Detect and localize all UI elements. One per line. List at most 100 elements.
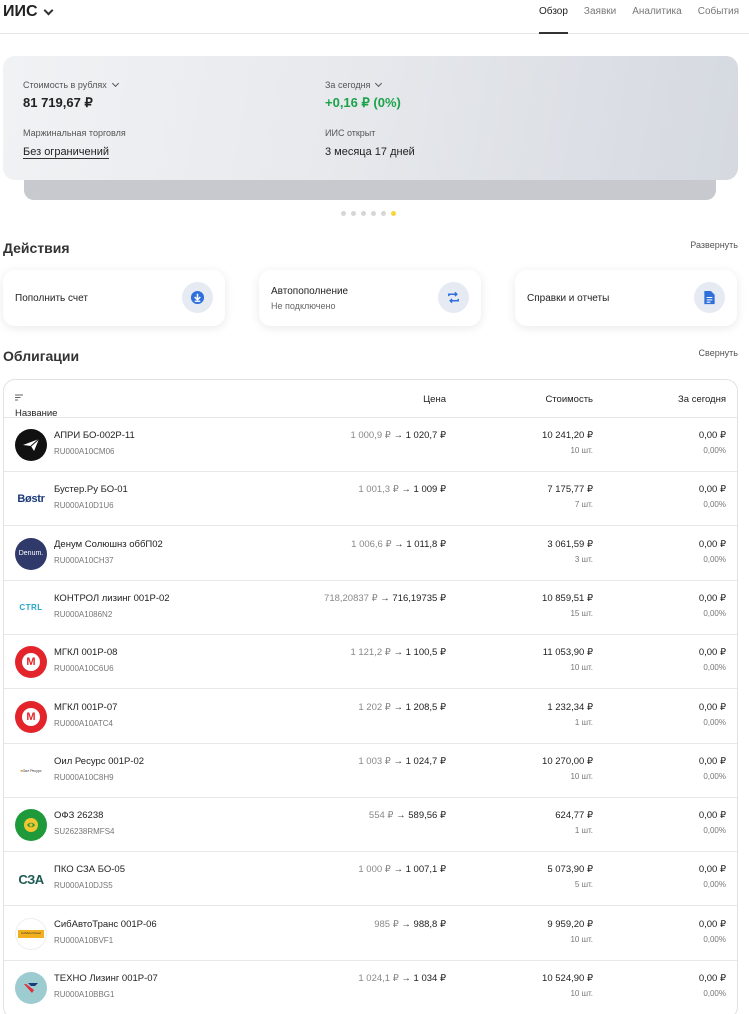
arrow-right-icon: → bbox=[390, 430, 406, 441]
bond-name: КОНТРОЛ лизинг 001Р-02 bbox=[54, 592, 170, 604]
today-label[interactable]: За сегодня bbox=[325, 79, 383, 90]
bond-quantity: 15 шт. bbox=[570, 608, 593, 618]
pager-dot[interactable] bbox=[371, 211, 376, 216]
bond-price: 1 024,1 ₽ → 1 034 ₽ bbox=[358, 973, 446, 984]
bond-today-percent: 0,00% bbox=[703, 771, 726, 781]
bond-cost: 10 241,20 ₽ bbox=[542, 430, 593, 441]
bond-name: Бустер.Ру БО-01 bbox=[54, 484, 128, 496]
price-old: 1 202 ₽ bbox=[358, 701, 391, 713]
arrow-right-icon: → bbox=[390, 755, 406, 767]
bond-price: 1 202 ₽ → 1 208,5 ₽ bbox=[358, 702, 446, 713]
bond-today-change: 0,00 ₽ bbox=[698, 864, 726, 876]
price-old: 1 003 ₽ bbox=[358, 755, 391, 767]
action-title: Автопополнение bbox=[271, 286, 349, 297]
tab-analytics[interactable]: Аналитика bbox=[616, 6, 682, 34]
price-old: 985 ₽ bbox=[374, 918, 399, 930]
col-name-header[interactable]: Название bbox=[15, 394, 57, 419]
collapse-bonds-link[interactable]: Свернуть bbox=[699, 348, 738, 358]
table-row[interactable]: ОФЗ 26238 SU26238RMFS4 554 ₽ → 589,56 ₽ 624… bbox=[4, 798, 737, 853]
bond-cost: 5 073,90 ₽ bbox=[547, 864, 593, 876]
arrow-right-icon: → bbox=[390, 647, 406, 659]
bond-today-change: 0,00 ₽ bbox=[698, 973, 726, 984]
bond-today-percent: 0,00% bbox=[703, 934, 726, 944]
reports-action[interactable]: Справки и отчеты bbox=[515, 270, 737, 326]
bond-today-percent: 0,00% bbox=[703, 446, 726, 455]
tab-orders[interactable]: Заявки bbox=[568, 6, 616, 34]
bond-isin: RU000A10C8H9 bbox=[54, 772, 114, 782]
col-price-header[interactable]: Цена bbox=[423, 394, 446, 405]
bond-quantity: 7 шт. bbox=[574, 500, 593, 510]
col-cost-header[interactable]: Стоимость bbox=[545, 394, 593, 405]
top-up-action[interactable]: Пополнить счет bbox=[3, 270, 225, 326]
sza-logo: СЗА bbox=[15, 863, 47, 896]
tab-overview[interactable]: Обзор bbox=[523, 6, 568, 34]
table-row[interactable]: Bøstr Бустер.Ру БО-01 RU000A10D1U6 1 001,3 … bbox=[4, 472, 737, 527]
bond-today-change: 0,00 ₽ bbox=[698, 755, 726, 767]
pager-dot[interactable] bbox=[381, 211, 386, 216]
table-row[interactable]: СЗА ПКО СЗА БО-05 RU000A10DJS5 1 000 ₽ → 1 … bbox=[4, 852, 737, 907]
price-old: 554 ₽ bbox=[368, 810, 394, 822]
account-selector[interactable]: ИИС bbox=[3, 3, 54, 21]
pager-dot-active[interactable] bbox=[391, 211, 396, 216]
table-row[interactable]: CTRL КОНТРОЛ лизинг 001Р-02 RU000A1086N2 71… bbox=[4, 581, 737, 635]
buster-logo: Bøstr bbox=[15, 483, 47, 516]
account-value: 81 719,67 ₽ bbox=[23, 95, 93, 110]
bond-isin: RU000A10BBG1 bbox=[54, 990, 115, 999]
price-old: 1 000 ₽ bbox=[358, 864, 391, 876]
bond-today-change: 0,00 ₽ bbox=[698, 592, 726, 604]
bond-quantity: 10 шт. bbox=[570, 771, 593, 781]
bond-price: 1 001,3 ₽ → 1 009 ₽ bbox=[358, 484, 446, 495]
download-icon bbox=[182, 282, 213, 313]
value-label[interactable]: Стоимость в рублях bbox=[23, 79, 119, 90]
bond-name: ПКО СЗА БО-05 bbox=[54, 864, 125, 876]
table-row[interactable]: Denum. Денум Солюшнз оббП02 RU000A10CH37 1 … bbox=[4, 527, 737, 581]
bond-today-percent: 0,00% bbox=[703, 608, 726, 618]
pager-dot[interactable] bbox=[341, 211, 346, 216]
today-change: +0,16 ₽ (0%) bbox=[325, 95, 401, 110]
arrow-right-icon: → bbox=[393, 810, 409, 822]
bond-isin: RU000A10C6U6 bbox=[54, 664, 114, 674]
expand-actions-link[interactable]: Развернуть bbox=[690, 240, 738, 250]
value-label-text: Стоимость в рублях bbox=[23, 80, 107, 90]
arrow-right-icon: → bbox=[390, 864, 406, 876]
table-row[interactable]: АПРИ БО-002Р-11 RU000A10CM06 1 000,9 ₽ → 1… bbox=[4, 418, 737, 472]
bond-cost: 10 859,51 ₽ bbox=[542, 592, 593, 604]
apri-logo bbox=[15, 429, 47, 461]
action-subtitle: Не подключено bbox=[271, 301, 336, 311]
chevron-down-icon bbox=[375, 79, 383, 88]
price-new: 1 020,7 ₽ bbox=[405, 430, 446, 441]
bond-price: 1 000,9 ₽ → 1 020,7 ₽ bbox=[350, 430, 446, 441]
bond-today-change: 0,00 ₽ bbox=[698, 484, 726, 496]
table-row[interactable]: ■ Оил Ресурс Оил Ресурс 001Р-02 RU000A10C8H… bbox=[4, 744, 737, 798]
bond-price: 985 ₽ → 988,8 ₽ bbox=[374, 919, 446, 930]
pager-dot[interactable] bbox=[361, 211, 366, 216]
bond-cost: 3 061,59 ₽ bbox=[547, 538, 593, 550]
chevron-down-icon bbox=[43, 5, 54, 15]
bonds-table: Название Цена Стоимость За сегодня АПРИ … bbox=[3, 379, 738, 1014]
table-row[interactable]: M МГКЛ 001Р-07 RU000A10ATC4 1 202 ₽ → 1 208… bbox=[4, 690, 737, 744]
bond-today-change: 0,00 ₽ bbox=[698, 810, 726, 822]
bond-today-percent: 0,00% bbox=[703, 500, 726, 510]
bond-name: СибАвтоТранс 001Р-06 bbox=[54, 918, 157, 930]
tab-events[interactable]: События bbox=[682, 6, 739, 34]
autofill-action[interactable]: Автопополнение Не подключено bbox=[259, 270, 481, 326]
account-summary-card[interactable]: Стоимость в рублях 81 719,67 ₽ За сегодн… bbox=[3, 56, 738, 180]
today-label-text: За сегодня bbox=[325, 80, 371, 90]
price-old: 1 121,2 ₽ bbox=[350, 647, 391, 659]
col-today-header[interactable]: За сегодня bbox=[678, 394, 726, 405]
tab-bar: Обзор Заявки Аналитика События bbox=[523, 6, 739, 34]
table-row[interactable]: СибАвтоТранс СибАвтоТранс 001Р-06 RU000A10… bbox=[4, 907, 737, 961]
arrow-right-icon: → bbox=[398, 918, 414, 930]
margin-link[interactable]: Без ограничений bbox=[23, 146, 109, 159]
price-new: 988,8 ₽ bbox=[413, 918, 446, 930]
bond-isin: RU000A10DJS5 bbox=[54, 881, 113, 891]
table-row[interactable]: ТЕХНО Лизинг 001Р-07 RU000A10BBG1 1 024,1 … bbox=[4, 961, 737, 1014]
opened-label: ИИС открыт bbox=[325, 128, 376, 138]
table-row[interactable]: M МГКЛ 001Р-08 RU000A10C6U6 1 121,2 ₽ → 1 1… bbox=[4, 635, 737, 690]
minfin-emblem-logo bbox=[15, 809, 47, 842]
margin-label: Маржинальная торговля bbox=[23, 128, 126, 138]
action-title: Пополнить счет bbox=[15, 293, 88, 304]
price-new: 1 024,7 ₽ bbox=[405, 755, 446, 767]
bond-quantity: 1 шт. bbox=[574, 717, 593, 727]
pager-dot[interactable] bbox=[351, 211, 356, 216]
